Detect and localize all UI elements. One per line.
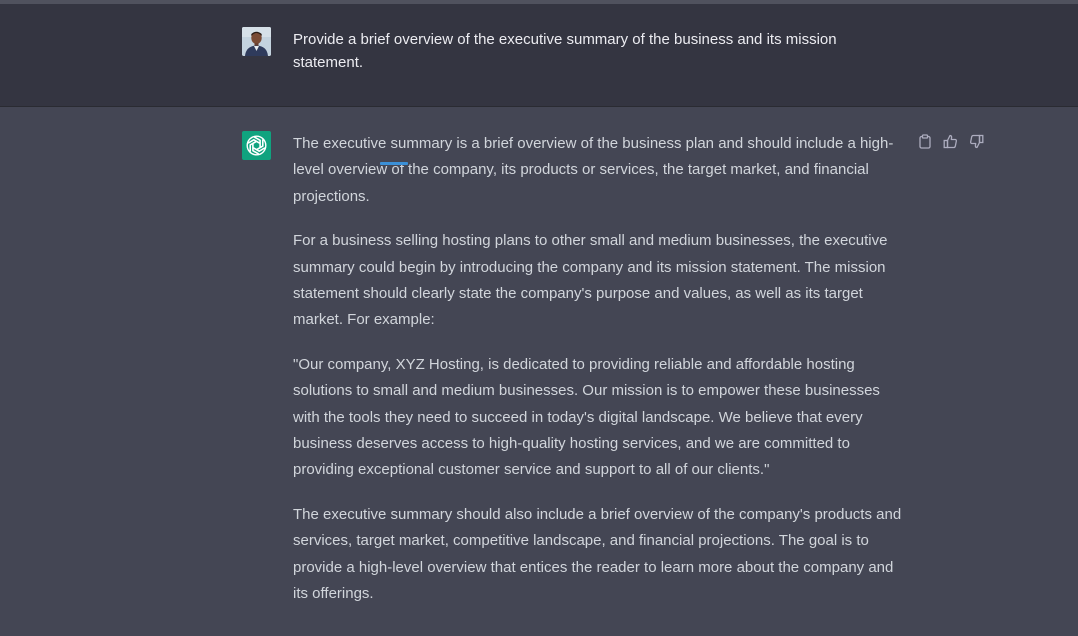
clipboard-icon — [918, 134, 931, 149]
copy-button[interactable] — [916, 133, 933, 150]
chatgpt-logo-icon — [242, 131, 271, 160]
assistant-paragraph-4: The executive summary should also includ… — [293, 506, 902, 602]
assistant-paragraph-1: The executive summary is a brief overvie… — [293, 135, 894, 205]
assistant-paragraph-3: "Our company, XYZ Hosting, is dedicated … — [293, 356, 880, 479]
message-actions — [916, 133, 985, 150]
user-avatar — [242, 27, 271, 56]
assistant-paragraph-2: For a business selling hosting plans to … — [293, 232, 888, 329]
user-message-text: Provide a brief overview of the executiv… — [293, 31, 837, 71]
thumbs-down-icon — [970, 134, 984, 149]
assistant-message-text: The executive summary is a brief overvie… — [293, 131, 903, 626]
user-message-row: Provide a brief overview of the executiv… — [0, 4, 1078, 107]
like-button[interactable] — [942, 133, 959, 150]
text-cursor-highlight — [380, 162, 408, 165]
assistant-message-row: The executive summary is a brief overvie… — [0, 107, 1078, 636]
thumbs-up-icon — [943, 134, 957, 149]
dislike-button[interactable] — [968, 133, 985, 150]
